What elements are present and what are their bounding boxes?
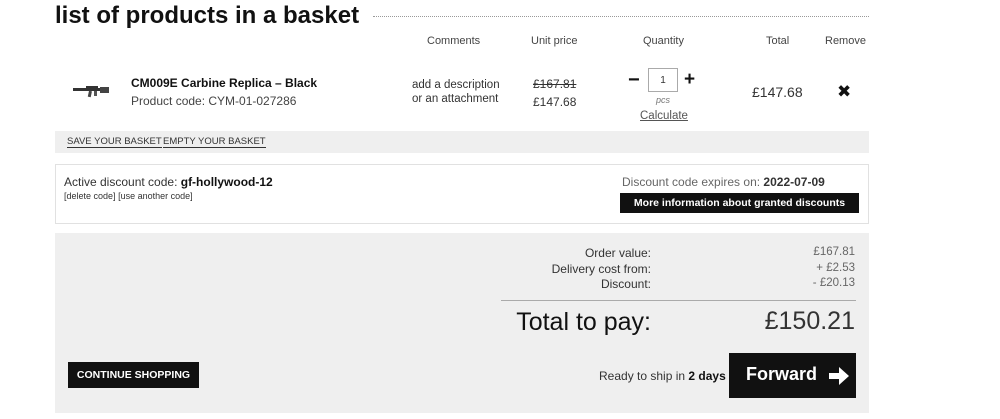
shipping-time-days: 2 days [688, 369, 726, 383]
discount-expiry-date: 2022-07-09 [763, 175, 825, 189]
calculate-link[interactable]: Calculate [640, 110, 688, 122]
add-description-line2: or an attachment [412, 93, 499, 105]
quantity-increase-button[interactable]: + [684, 70, 695, 90]
delete-code-link[interactable]: [delete code] [64, 191, 116, 201]
discount-amount-label: Discount: [600, 277, 651, 291]
product-name[interactable]: CM009E Carbine Replica – Black [131, 76, 317, 90]
empty-basket-link[interactable]: EMPTY YOUR BASKET [163, 136, 266, 148]
header-quantity: Quantity [643, 35, 684, 47]
summary-divider [501, 300, 856, 301]
delivery-cost-label: Delivery cost from: [551, 262, 651, 276]
shipping-time-label: Ready to ship in [599, 369, 689, 383]
price-discounted: £147.68 [533, 95, 577, 109]
discount-expiry: Discount code expires on: 2022-07-09 [622, 175, 825, 189]
title-divider [373, 16, 869, 17]
header-remove: Remove [825, 35, 866, 47]
forward-button-label: Forward [746, 364, 818, 384]
quantity-unit: pcs [656, 95, 671, 105]
total-to-pay-label: Total to pay: [516, 308, 651, 336]
add-description-link[interactable]: add a description or an attachment [412, 78, 512, 106]
save-basket-link[interactable]: SAVE YOUR BASKET [67, 136, 162, 148]
shipping-time: Ready to ship in 2 days [599, 369, 726, 383]
price-original: £167.81 [533, 77, 577, 91]
discount-code-value: gf-hollywood-12 [180, 175, 273, 189]
rifle-icon[interactable] [72, 80, 112, 100]
order-value-label: Order value: [584, 246, 651, 260]
continue-shopping-button[interactable]: CONTINUE SHOPPING [68, 362, 199, 388]
header-comments: Comments [427, 35, 481, 47]
delivery-cost: + £2.53 [816, 262, 855, 274]
page-title: list of products in a basket [55, 2, 360, 29]
discount-code-links: [delete code] [use another code] [64, 191, 193, 201]
discount-code-text: Active discount code: gf-hollywood-12 [64, 175, 273, 189]
use-another-code-link[interactable]: [use another code] [118, 191, 193, 201]
total-to-pay: £150.21 [764, 307, 855, 335]
header-total: Total [766, 35, 790, 47]
header-unit-price: Unit price [531, 35, 578, 47]
remove-item-icon[interactable]: ✖ [837, 82, 851, 102]
product-code: Product code: CYM-01-027286 [131, 94, 297, 108]
discount-expiry-label: Discount code expires on: [622, 175, 764, 189]
arrow-right-icon [829, 367, 849, 385]
discount-code-label: Active discount code: [64, 175, 181, 189]
line-total: £147.68 [752, 84, 803, 100]
add-description-line1: add a description [412, 79, 500, 91]
order-value: £167.81 [813, 246, 855, 258]
quantity-decrease-button[interactable]: − [628, 70, 640, 90]
discount-amount: - £20.13 [812, 277, 855, 289]
discount-info-button[interactable]: More information about granted discounts [620, 193, 859, 213]
quantity-input[interactable] [648, 68, 678, 92]
forward-button[interactable]: Forward [729, 353, 856, 398]
